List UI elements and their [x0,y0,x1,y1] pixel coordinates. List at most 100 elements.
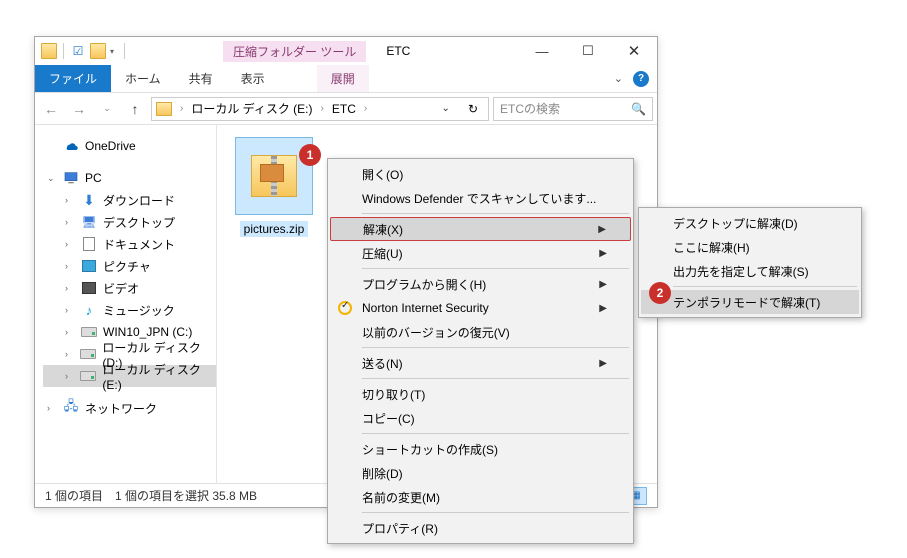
ctx-extract[interactable]: 解凍(X) ▶ [330,217,631,241]
sidebar-item-network[interactable]: › 🖧 ネットワーク [43,397,216,419]
chevron-right-icon: › [65,239,75,249]
ribbon-tabs: ファイル ホーム 共有 表示 展開 ⌄ ? [35,65,657,93]
chevron-right-icon: › [65,283,75,293]
drive-icon [80,346,96,362]
maximize-button[interactable]: ☐ [565,37,611,65]
help-icon[interactable]: ? [633,71,649,87]
ctx-label: プログラムから開く(H) [362,276,486,293]
chevron-right-icon: › [65,371,74,381]
back-button[interactable]: ← [39,97,63,121]
sidebar-item-label: ダウンロード [103,192,175,209]
breadcrumb-segment[interactable]: ETC [332,102,356,116]
sidebar-item-downloads[interactable]: › ⬇ ダウンロード [43,189,216,211]
forward-button[interactable]: → [67,97,91,121]
sidebar-item-pictures[interactable]: › ピクチャ [43,255,216,277]
sidebar-item-documents[interactable]: › ドキュメント [43,233,216,255]
ctx-rename[interactable]: 名前の変更(M) [330,485,631,509]
ctx-create-shortcut[interactable]: ショートカットの作成(S) [330,437,631,461]
chevron-right-icon: ▶ [599,248,607,259]
sidebar-item-desktop[interactable]: › 🖥 デスクトップ [43,211,216,233]
tab-home[interactable]: ホーム [111,65,175,92]
sidebar-item-music[interactable]: › ♪ ミュージック [43,299,216,321]
separator [673,286,857,287]
chevron-right-icon: ▶ [598,224,606,235]
chevron-right-icon[interactable]: › [362,103,369,114]
qat-dropdown-icon[interactable]: ▾ [110,47,118,56]
ctx-copy[interactable]: コピー(C) [330,406,631,430]
ctx-defender-scan[interactable]: Windows Defender でスキャンしています... [330,186,631,210]
tab-share[interactable]: 共有 [175,65,227,92]
ctx-norton[interactable]: Norton Internet Security ▶ [330,296,631,320]
chevron-right-icon: ▶ [599,358,607,369]
context-submenu-extract: デスクトップに解凍(D) ここに解凍(H) 出力先を指定して解凍(S) テンポラ… [638,207,862,318]
ctx-properties[interactable]: プロパティ(R) [330,516,631,540]
recent-dropdown-icon[interactable]: ⌄ [95,97,119,121]
tab-extract[interactable]: 展開 [317,65,369,92]
sidebar-item-drive-e[interactable]: › ローカル ディスク (E:) [43,365,216,387]
folder-icon [90,43,106,59]
address-box[interactable]: › ローカル ディスク (E:) › ETC › ⌄ ↻ [151,97,489,121]
navigation-pane: OneDrive ⌄ PC › ⬇ ダウンロード › 🖥 デスクトップ › [35,125,217,483]
sidebar-item-label: ビデオ [103,280,139,297]
separator [63,43,64,59]
sub-extract-temp[interactable]: テンポラリモードで解凍(T) [641,290,859,314]
up-button[interactable]: ↑ [123,97,147,121]
properties-icon[interactable]: ☑ [70,43,86,59]
ctx-label: 以前のバージョンの復元(V) [362,324,510,341]
sidebar-item-videos[interactable]: › ビデオ [43,277,216,299]
minimize-button[interactable]: — [519,37,565,65]
sub-extract-specify[interactable]: 出力先を指定して解凍(S) [641,259,859,283]
drive-icon [81,324,97,340]
search-placeholder: ETCの検索 [500,100,560,117]
refresh-icon[interactable]: ↻ [462,102,484,116]
separator [362,347,629,348]
ctx-previous-versions[interactable]: 以前のバージョンの復元(V) [330,320,631,344]
sidebar-item-label: ネットワーク [85,400,157,417]
ctx-label: テンポラリモードで解凍(T) [673,294,820,311]
sidebar-item-onedrive[interactable]: OneDrive [43,135,216,157]
ctx-label: 出力先を指定して解凍(S) [673,263,809,280]
sidebar-item-pc[interactable]: ⌄ PC [43,167,216,189]
ribbon-right: ⌄ ? [606,65,657,92]
sub-extract-desktop[interactable]: デスクトップに解凍(D) [641,211,859,235]
sidebar-item-label: ローカル ディスク (E:) [102,361,216,392]
close-button[interactable]: ✕ [611,37,657,65]
onedrive-icon [63,138,79,154]
ctx-label: 削除(D) [362,465,403,482]
dropdown-icon[interactable]: ⌄ [436,103,456,114]
separator [362,433,629,434]
breadcrumb-segment[interactable]: ローカル ディスク (E:) [191,100,312,117]
sub-extract-here[interactable]: ここに解凍(H) [641,235,859,259]
ctx-label: 解凍(X) [363,221,403,238]
ctx-send-to[interactable]: 送る(N)▶ [330,351,631,375]
ctx-label: 切り取り(T) [362,386,425,403]
drive-icon [80,368,96,384]
chevron-right-icon: ▶ [599,303,607,314]
ctx-label: ここに解凍(H) [673,239,750,256]
download-icon: ⬇ [81,192,97,208]
sidebar-item-label: WIN10_JPN (C:) [103,325,192,339]
chevron-right-icon[interactable]: › [319,103,326,114]
document-icon [81,236,97,252]
ctx-label: デスクトップに解凍(D) [673,215,798,232]
ctx-delete[interactable]: 削除(D) [330,461,631,485]
sidebar-item-label: ピクチャ [103,258,151,275]
annotation-badge-2: 2 [649,282,671,304]
ctx-cut[interactable]: 切り取り(T) [330,382,631,406]
chevron-right-icon[interactable]: › [178,103,185,114]
ctx-open[interactable]: 開く(O) [330,162,631,186]
ctx-label: Windows Defender でスキャンしています... [362,190,596,207]
ctx-label: Norton Internet Security [362,301,489,315]
ctx-open-with[interactable]: プログラムから開く(H)▶ [330,272,631,296]
search-input[interactable]: ETCの検索 🔍 [493,97,653,121]
chevron-right-icon: › [47,403,57,413]
context-menu: 開く(O) Windows Defender でスキャンしています... 解凍(… [327,158,634,544]
picture-icon [81,258,97,274]
tab-view[interactable]: 表示 [227,65,279,92]
status-selection: 1 個の項目を選択 35.8 MB [115,487,257,504]
file-name[interactable]: pictures.zip [240,221,309,237]
tab-file[interactable]: ファイル [35,65,111,92]
ctx-compress[interactable]: 圧縮(U)▶ [330,241,631,265]
chevron-down-icon: ⌄ [47,173,57,184]
ribbon-expand-icon[interactable]: ⌄ [614,72,623,85]
